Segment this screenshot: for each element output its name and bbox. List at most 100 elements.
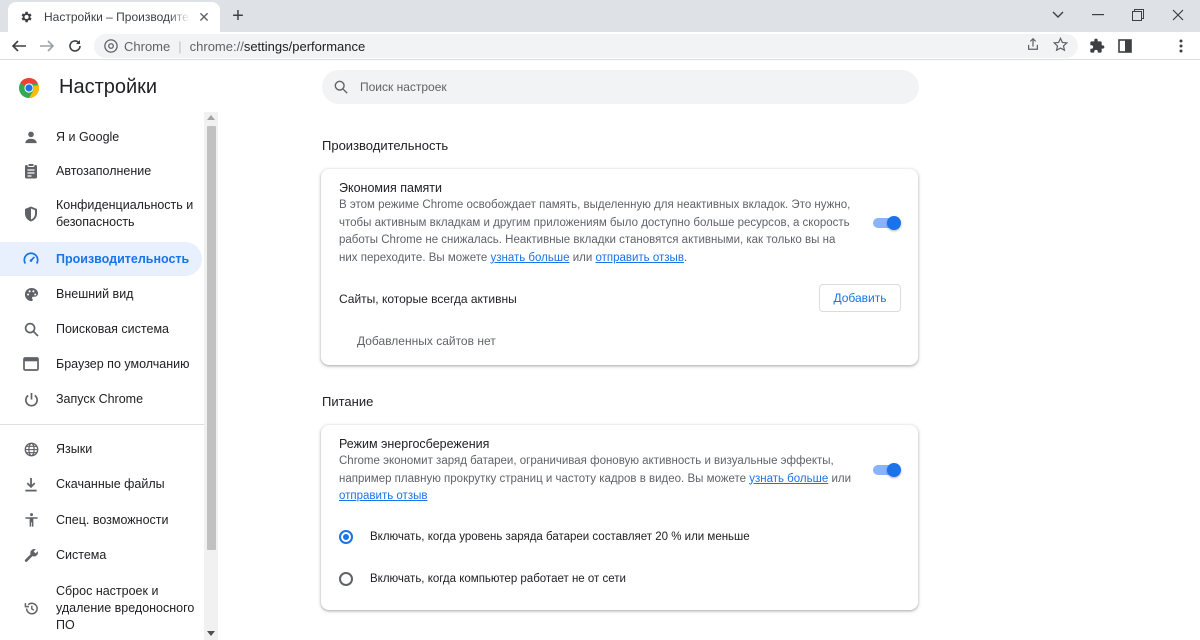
reload-button[interactable] bbox=[64, 35, 86, 57]
clipboard-icon bbox=[22, 162, 40, 180]
search-icon bbox=[22, 320, 40, 338]
energy-saver-toggle[interactable] bbox=[873, 463, 901, 477]
download-icon bbox=[22, 475, 40, 493]
chrome-chip[interactable]: Chrome bbox=[104, 39, 170, 54]
no-sites-label: Добавленных сайтов нет bbox=[357, 334, 496, 348]
scroll-down-arrow-icon[interactable] bbox=[207, 631, 215, 636]
sidebar-item-label: Внешний вид bbox=[56, 286, 134, 301]
send-feedback-link[interactable]: отправить отзыв bbox=[595, 252, 683, 264]
sidebar-item-you-and-google[interactable]: Я и Google bbox=[0, 126, 202, 148]
browser-icon bbox=[22, 355, 40, 373]
radio-label: Включать, когда уровень заряда батареи с… bbox=[370, 531, 750, 543]
sidebar-item-label: Браузер по умолчанию bbox=[56, 356, 190, 371]
scrollbar-thumb[interactable] bbox=[207, 126, 216, 550]
section-title-power: Питание bbox=[322, 394, 374, 409]
palette-icon bbox=[22, 285, 40, 303]
url-path: settings/performance bbox=[243, 38, 366, 54]
accessibility-icon bbox=[22, 511, 40, 529]
toggle-knob bbox=[887, 216, 901, 230]
radio-button-checked[interactable] bbox=[339, 530, 353, 544]
omnibox-chip-label: Chrome bbox=[124, 38, 171, 54]
sidebar-item-label: Запуск Chrome bbox=[56, 391, 144, 406]
forward-button[interactable] bbox=[36, 35, 58, 57]
sidebar-item-label: Автозаполнение bbox=[56, 163, 152, 178]
browser-tab[interactable]: Настройки – Производительность ✕ bbox=[8, 2, 220, 32]
learn-more-link[interactable]: узнать больше bbox=[749, 473, 828, 485]
toggle-knob bbox=[887, 463, 901, 477]
wrench-icon bbox=[22, 546, 40, 564]
sidebar-item-label: Я и Google bbox=[56, 129, 120, 144]
share-icon[interactable] bbox=[1025, 36, 1041, 52]
chrome-icon bbox=[104, 39, 118, 53]
energy-saver-title: Режим энергосбережения bbox=[339, 437, 490, 451]
sidebar-item-languages[interactable]: Языки bbox=[0, 438, 202, 460]
new-tab-button[interactable]: + bbox=[228, 5, 248, 27]
radio-option-battery-20[interactable]: Включать, когда уровень заряда батареи с… bbox=[339, 530, 750, 544]
sidebar-item-label: Поисковая система bbox=[56, 321, 169, 336]
sidebar-item-default-browser[interactable]: Браузер по умолчанию bbox=[0, 353, 202, 375]
more-menu-icon[interactable] bbox=[1172, 37, 1190, 55]
power-card: Режим энергосбережения Chrome экономит з… bbox=[321, 425, 918, 610]
memory-saver-toggle[interactable] bbox=[873, 216, 901, 230]
sidebar-item-label: Система bbox=[56, 547, 107, 562]
sidebar-scrollbar[interactable] bbox=[204, 112, 218, 640]
radio-label: Включать, когда компьютер работает не от… bbox=[370, 573, 626, 585]
tab-search-icon[interactable] bbox=[1038, 0, 1078, 30]
url-scheme: chrome:// bbox=[189, 38, 244, 54]
bookmark-star-icon[interactable] bbox=[1052, 36, 1068, 52]
sidebar-item-performance[interactable]: Производительность bbox=[0, 242, 202, 276]
radio-option-unplugged[interactable]: Включать, когда компьютер работает не от… bbox=[339, 572, 626, 586]
section-title-performance: Производительность bbox=[322, 138, 449, 153]
always-active-sites-label: Сайты, которые всегда активны bbox=[339, 292, 517, 306]
extensions-icon[interactable] bbox=[1088, 37, 1106, 55]
minimize-icon[interactable] bbox=[1078, 0, 1118, 30]
tab-title: Настройки – Производительность bbox=[44, 10, 190, 24]
page-title: Настройки bbox=[59, 76, 158, 98]
sidebar-item-accessibility[interactable]: Спец. возможности bbox=[0, 509, 202, 531]
learn-more-link[interactable]: узнать больше bbox=[490, 252, 569, 264]
sidebar-item-appearance[interactable]: Внешний вид bbox=[0, 283, 202, 305]
side-panel-icon[interactable] bbox=[1116, 37, 1134, 55]
sidebar-item-label: Скачанные файлы bbox=[56, 476, 165, 491]
address-bar[interactable]: Chrome | chrome://settings/performance bbox=[94, 34, 1078, 58]
omnibox-separator: | bbox=[178, 38, 182, 54]
search-icon bbox=[334, 80, 348, 94]
sidebar-item-label: Спец. возможности bbox=[56, 512, 169, 527]
close-window-icon[interactable] bbox=[1158, 0, 1198, 30]
chrome-logo-icon bbox=[19, 78, 39, 98]
sidebar-item-autofill[interactable]: Автозаполнение bbox=[0, 160, 202, 182]
memory-saver-description: В этом режиме Chrome освобождает память,… bbox=[339, 199, 851, 264]
shield-icon bbox=[22, 205, 40, 223]
memory-saver-title: Экономия памяти bbox=[339, 181, 443, 195]
gear-icon bbox=[18, 9, 34, 25]
sidebar-divider bbox=[0, 424, 204, 425]
sidebar-item-on-startup[interactable]: Запуск Chrome bbox=[0, 388, 202, 410]
speedometer-icon bbox=[22, 250, 40, 268]
sidebar: Я и Google Автозаполнение Конфиденциальн… bbox=[0, 116, 204, 640]
settings-search[interactable] bbox=[322, 70, 919, 104]
globe-icon bbox=[22, 440, 40, 458]
back-button[interactable] bbox=[8, 35, 30, 57]
add-site-button[interactable]: Добавить bbox=[819, 284, 901, 312]
restore-window-icon[interactable] bbox=[1118, 0, 1158, 30]
sidebar-item-system[interactable]: Система bbox=[0, 544, 202, 566]
restore-icon bbox=[22, 599, 40, 617]
or-text: или bbox=[831, 472, 851, 485]
energy-saver-description: Chrome экономит заряд батареи, ограничив… bbox=[339, 453, 851, 506]
radio-button-unchecked[interactable] bbox=[339, 572, 353, 586]
sidebar-item-reset-cleanup[interactable]: Сброс настроек и удаление вредоносного П… bbox=[0, 581, 202, 635]
search-input[interactable] bbox=[360, 80, 860, 94]
sidebar-item-label: Языки bbox=[56, 441, 93, 456]
sidebar-item-privacy-security[interactable]: Конфиденциальность и безопасность bbox=[0, 196, 202, 232]
person-icon bbox=[22, 128, 40, 146]
tab-strip: Настройки – Производительность ✕ + bbox=[0, 0, 1200, 32]
send-feedback-link[interactable]: отправить отзыв bbox=[339, 490, 427, 502]
scroll-up-arrow-icon[interactable] bbox=[207, 115, 215, 120]
sidebar-item-search-engine[interactable]: Поисковая система bbox=[0, 318, 202, 340]
or-text: или bbox=[572, 251, 593, 264]
sidebar-item-label: Сброс настроек и удаление вредоносного П… bbox=[56, 583, 195, 632]
power-icon bbox=[22, 390, 40, 408]
performance-card: Экономия памяти В этом режиме Chrome осв… bbox=[321, 169, 918, 365]
close-tab-icon[interactable]: ✕ bbox=[196, 9, 212, 25]
sidebar-item-downloads[interactable]: Скачанные файлы bbox=[0, 473, 202, 495]
